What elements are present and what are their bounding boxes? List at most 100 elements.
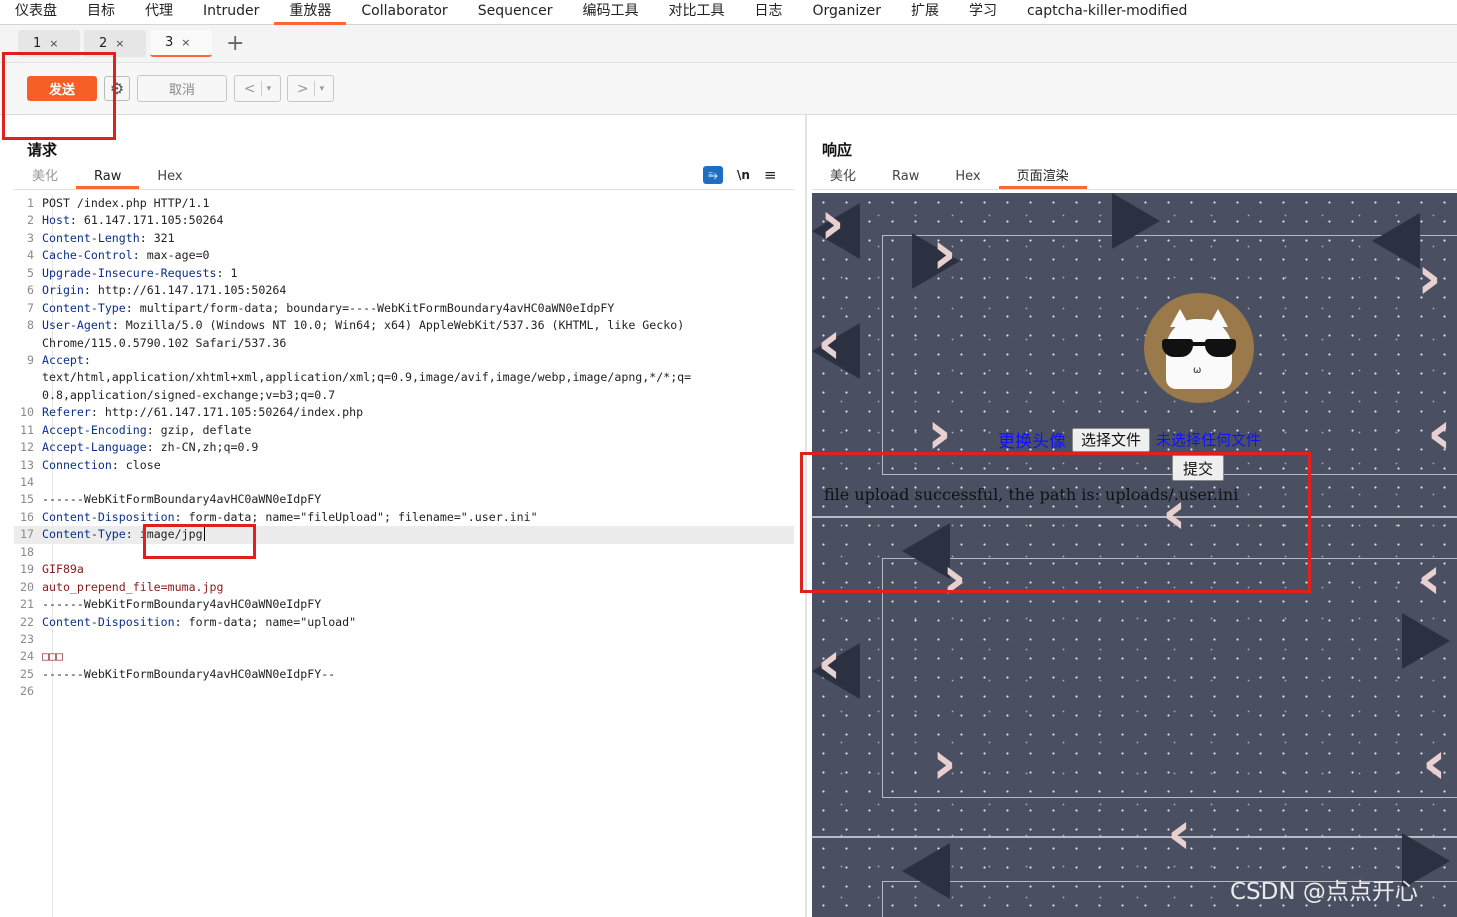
lens — [1205, 339, 1236, 357]
tab-raw[interactable]: Raw — [874, 166, 937, 189]
editor-line: 24 □□□ — [14, 648, 794, 665]
repeater-tabs: 1 × 2 × 3 × + — [0, 25, 1457, 63]
menu-item[interactable]: 目标 — [72, 0, 130, 25]
header-name: Cache-Control — [42, 248, 133, 263]
menu-item[interactable]: captcha-killer-modified — [1012, 0, 1202, 25]
line-text: 61.147.171.105:50264 — [76, 213, 224, 228]
menu-item[interactable]: 重放器 — [274, 0, 347, 25]
repeater-tab[interactable]: 3 × — [150, 30, 212, 57]
menu-item[interactable]: 扩展 — [896, 0, 954, 25]
settings-gear-icon[interactable]: ⚙ — [104, 76, 130, 101]
submit-button[interactable]: 提交 — [1172, 455, 1225, 481]
editor-line: text/html,application/xhtml+xml,applicat… — [14, 369, 794, 386]
editor-line: 21 ------WebKitFormBoundary4avHC0aWN0eIdp… — [14, 596, 794, 613]
tab-pretty[interactable]: 美化 — [812, 166, 874, 189]
choose-file-button[interactable]: 选择文件 — [1072, 427, 1151, 452]
cancel-button[interactable]: 取消 — [137, 75, 227, 102]
cat-mouth: ω — [1193, 365, 1202, 376]
menu-item[interactable]: 编码工具 — [568, 0, 654, 25]
menu-item[interactable]: Sequencer — [463, 0, 568, 25]
dropdown-arrow-icon: ▾ — [266, 83, 272, 94]
line-text: POST /index.php HTTP/1.1 — [42, 196, 210, 210]
close-icon[interactable]: × — [181, 36, 190, 49]
line-number: 18 — [20, 544, 34, 559]
repeater-tab[interactable]: 1 × — [18, 30, 80, 57]
upload-form-row: 更换头像 选择文件 未选择任何文件 — [998, 427, 1261, 452]
editor-line: 3 Content-Length: 321 — [14, 230, 794, 247]
decorative-frame — [882, 558, 1457, 798]
send-button[interactable]: 发送 — [27, 76, 97, 101]
line-number: 21 — [20, 597, 34, 612]
menu-item[interactable]: 对比工具 — [654, 0, 740, 25]
line-text: http://61.147.171.105:50264 — [90, 283, 287, 298]
line-number: 25 — [20, 666, 34, 681]
repeater-toolbar: 发送 ⚙ 取消 < ▾ > ▾ — [0, 63, 1457, 115]
chevron-decoration-icon: ‹ — [1417, 543, 1442, 613]
line-text: Mozilla/5.0 (Windows NT 10.0; Win64; x64… — [118, 318, 685, 333]
dropdown-arrow-icon: ▾ — [319, 83, 325, 94]
menu-item[interactable]: 学习 — [954, 0, 1012, 25]
no-file-chosen-label: 未选择任何文件 — [1156, 431, 1262, 449]
editor-line: 13 Connection: close — [14, 457, 794, 474]
request-editor[interactable]: 1 POST /index.php HTTP/1.1 2 Host: 61.147.1… — [14, 195, 794, 917]
line-number: 22 — [20, 614, 34, 629]
chevron-decoration-icon: › — [1417, 243, 1442, 313]
line-number: 24 — [20, 649, 34, 664]
line-text: text/html,application/xhtml+xml,applicat… — [42, 370, 692, 385]
line-number: 11 — [20, 422, 34, 437]
tab-hex[interactable]: Hex — [937, 166, 998, 189]
editor-line: 8 User-Agent: Mozilla/5.0 (Windows NT 10.… — [14, 317, 794, 334]
header-name: Content-Length — [42, 230, 140, 245]
close-icon[interactable]: × — [49, 37, 58, 50]
line-text: form-data; name="fileUpload"; filename="… — [181, 509, 538, 524]
request-view-tabs: 美化 Raw Hex — [14, 166, 794, 190]
menu-item[interactable]: Collaborator — [346, 0, 462, 25]
header-name: Origin — [42, 283, 84, 298]
tab-hex[interactable]: Hex — [139, 166, 200, 189]
menu-item[interactable]: 日志 — [740, 0, 798, 25]
sunglasses-icon — [1162, 339, 1236, 357]
line-number: 12 — [20, 440, 34, 455]
close-icon[interactable]: × — [115, 37, 124, 50]
chevron-decoration-icon: ‹ — [1167, 798, 1192, 868]
editor-line: 6 Origin: http://61.147.171.105:50264 — [14, 282, 794, 299]
tab-raw[interactable]: Raw — [76, 166, 140, 189]
newline-toggle-icon[interactable]: \n — [737, 168, 750, 182]
menu-item[interactable]: 仪表盘 — [0, 0, 72, 25]
add-tab-icon[interactable]: + — [226, 32, 244, 54]
line-number: 5 — [27, 265, 34, 280]
line-number: 20 — [20, 579, 34, 594]
tab-pretty[interactable]: 美化 — [14, 166, 76, 189]
editor-line: 12 Accept-Language: zh-CN,zh;q=0.9 — [14, 439, 794, 456]
line-number: 14 — [20, 475, 34, 489]
repeater-tab[interactable]: 2 × — [84, 30, 146, 57]
editor-line: 1 POST /index.php HTTP/1.1 — [14, 195, 794, 212]
line-number: 10 — [20, 405, 34, 420]
tab-render[interactable]: 页面渲染 — [998, 166, 1087, 189]
pane-divider[interactable] — [805, 115, 807, 917]
text-cursor — [203, 527, 205, 542]
editor-line: 17 Content-Type: image/jpg — [14, 526, 794, 544]
header-name: Upgrade-Insecure-Requests — [42, 265, 217, 280]
editor-line: 18 — [14, 544, 794, 561]
editor-line: 25 ------WebKitFormBoundary4avHC0aWN0eIdp… — [14, 666, 794, 683]
menu-item[interactable]: Organizer — [798, 0, 896, 25]
line-number: 6 — [27, 283, 34, 298]
menu-item[interactable]: 代理 — [130, 0, 188, 25]
editor-line: 19 GIF89a — [14, 561, 794, 578]
line-text: multipart/form-data; boundary=----WebKit… — [132, 300, 615, 315]
line-text: 0.8,application/signed-exchange;v=b3;q=0… — [42, 387, 336, 402]
editor-line: 5 Upgrade-Insecure-Requests: 1 — [14, 265, 794, 282]
avatar: ω — [1144, 293, 1254, 403]
decorative-line — [812, 836, 1457, 838]
chevron-decoration-icon: › — [927, 398, 952, 468]
editor-line: 23 — [14, 631, 794, 648]
tab-label: 1 — [33, 36, 42, 51]
separator — [313, 81, 315, 96]
editor-line: 2 Host: 61.147.171.105:50264 — [14, 212, 794, 229]
word-wrap-icon[interactable]: ⥱ — [703, 166, 723, 184]
menu-icon[interactable]: ≡ — [764, 166, 777, 184]
history-forward-button[interactable]: > ▾ — [287, 75, 334, 102]
menu-item[interactable]: Intruder — [188, 0, 274, 25]
history-back-button[interactable]: < ▾ — [234, 75, 281, 102]
